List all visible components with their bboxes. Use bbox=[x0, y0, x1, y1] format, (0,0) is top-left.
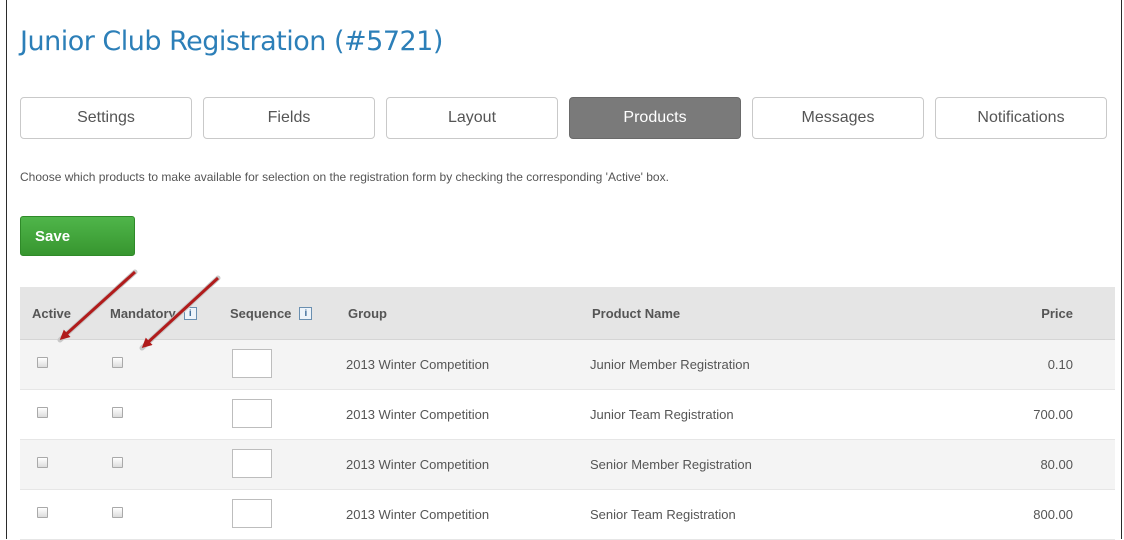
group-cell: 2013 Winter Competition bbox=[346, 357, 490, 372]
product-name-cell: Junior Member Registration bbox=[590, 357, 750, 372]
price-cell: 800.00 bbox=[1033, 507, 1073, 522]
products-table: Active Mandatory i Sequence i Group Prod… bbox=[20, 287, 1115, 540]
active-checkbox[interactable] bbox=[37, 357, 48, 368]
table-header: Active Mandatory i Sequence i Group Prod… bbox=[20, 287, 1115, 340]
sequence-input[interactable] bbox=[232, 349, 272, 378]
tab-settings[interactable]: Settings bbox=[20, 97, 192, 139]
price-cell: 80.00 bbox=[1040, 457, 1073, 472]
tab-fields[interactable]: Fields bbox=[203, 97, 375, 139]
save-button[interactable]: Save bbox=[20, 216, 135, 256]
header-mandatory: Mandatory i bbox=[110, 287, 197, 339]
header-group: Group bbox=[348, 305, 387, 321]
product-name-cell: Senior Member Registration bbox=[590, 457, 752, 472]
sequence-input[interactable] bbox=[232, 499, 272, 528]
price-cell: 0.10 bbox=[1047, 357, 1073, 372]
tab-layout[interactable]: Layout bbox=[386, 97, 558, 139]
tab-notifications[interactable]: Notifications bbox=[935, 97, 1107, 139]
group-cell: 2013 Winter Competition bbox=[346, 407, 490, 422]
tab-products[interactable]: Products bbox=[569, 97, 741, 139]
mandatory-checkbox[interactable] bbox=[112, 457, 123, 468]
mandatory-checkbox[interactable] bbox=[112, 357, 123, 368]
info-icon[interactable]: i bbox=[299, 306, 313, 320]
table-row: 2013 Winter Competition Senior Team Regi… bbox=[20, 490, 1115, 540]
group-cell: 2013 Winter Competition bbox=[346, 457, 490, 472]
price-cell: 700.00 bbox=[1033, 407, 1073, 422]
product-name-cell: Senior Team Registration bbox=[590, 507, 736, 522]
header-sequence: Sequence i bbox=[230, 287, 313, 339]
header-price: Price bbox=[1041, 305, 1073, 321]
mandatory-checkbox[interactable] bbox=[112, 507, 123, 518]
mandatory-checkbox[interactable] bbox=[112, 407, 123, 418]
info-icon[interactable]: i bbox=[183, 306, 197, 320]
intro-text: Choose which products to make available … bbox=[20, 170, 669, 184]
table-row: 2013 Winter Competition Junior Team Regi… bbox=[20, 390, 1115, 440]
page-title: Junior Club Registration (#5721) bbox=[20, 26, 443, 57]
product-name-cell: Junior Team Registration bbox=[590, 407, 734, 422]
active-checkbox[interactable] bbox=[37, 457, 48, 468]
active-checkbox[interactable] bbox=[37, 507, 48, 518]
table-row: 2013 Winter Competition Junior Member Re… bbox=[20, 340, 1115, 390]
sequence-input[interactable] bbox=[232, 399, 272, 428]
tab-messages[interactable]: Messages bbox=[752, 97, 924, 139]
active-checkbox[interactable] bbox=[37, 407, 48, 418]
header-product-name: Product Name bbox=[592, 305, 681, 321]
header-active: Active bbox=[32, 305, 72, 321]
table-row: 2013 Winter Competition Senior Member Re… bbox=[20, 440, 1115, 490]
sequence-input[interactable] bbox=[232, 449, 272, 478]
group-cell: 2013 Winter Competition bbox=[346, 507, 490, 522]
